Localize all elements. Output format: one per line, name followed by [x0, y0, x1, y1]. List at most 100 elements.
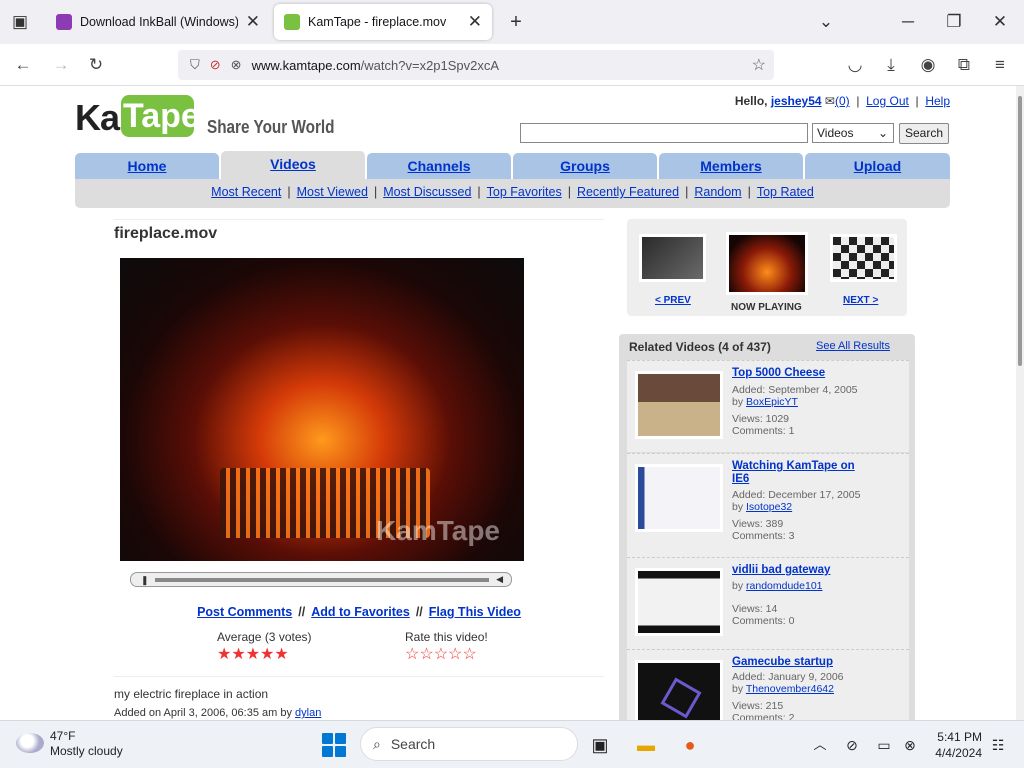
- tab-members[interactable]: Members: [659, 153, 803, 179]
- search-type-select[interactable]: Videos ⌄: [812, 123, 894, 143]
- logout-link[interactable]: Log Out: [866, 94, 909, 108]
- file-explorer-icon[interactable]: ▬: [634, 733, 658, 757]
- chevron-up-icon[interactable]: ︿: [808, 733, 832, 757]
- post-comments-link[interactable]: Post Comments: [197, 605, 292, 619]
- maximize-icon[interactable]: ❐: [934, 0, 974, 44]
- close-tab-icon[interactable]: ✕: [468, 12, 482, 32]
- url-bar[interactable]: ⛉ ⊘ ⊗ www.kamtape.com/watch?v=x2p1Spv2xc…: [178, 50, 774, 80]
- tab-channels-label[interactable]: Channels: [407, 158, 470, 174]
- tab-list-icon[interactable]: ▣: [0, 0, 40, 44]
- related-comments: Comments: 1: [732, 425, 795, 437]
- tab-videos-label[interactable]: Videos: [270, 156, 316, 172]
- related-thumbnail[interactable]: [635, 464, 723, 532]
- tab-members-label[interactable]: Members: [700, 158, 761, 174]
- minimize-icon[interactable]: ─: [888, 0, 928, 44]
- related-title-link[interactable]: Watching KamTape on IE6: [732, 460, 872, 486]
- tab-inkball[interactable]: Download InkBall (Windows) - I ✕: [46, 4, 270, 40]
- forward-icon[interactable]: →: [48, 52, 74, 78]
- add-favorites-link[interactable]: Add to Favorites: [311, 605, 410, 619]
- extensions-icon[interactable]: ⧉: [951, 52, 977, 78]
- clock[interactable]: 5:41 PM 4/4/2024: [930, 729, 982, 761]
- page-scrollbar[interactable]: [1016, 86, 1024, 720]
- related-item[interactable]: Top 5000 Cheese Added: September 4, 2005…: [627, 360, 909, 452]
- prev-thumbnail[interactable]: [639, 234, 706, 282]
- related-thumbnail[interactable]: [635, 568, 723, 636]
- scroll-thumb[interactable]: [1018, 96, 1022, 366]
- back-icon[interactable]: ←: [10, 52, 36, 78]
- related-author-link[interactable]: Isotope32: [746, 501, 792, 513]
- tab-upload-label[interactable]: Upload: [854, 158, 901, 174]
- rate-stars[interactable]: ☆☆☆☆☆: [405, 644, 477, 664]
- related-title-link[interactable]: vidlii bad gateway: [732, 564, 872, 577]
- subnav-most-viewed[interactable]: Most Viewed: [297, 185, 368, 199]
- bookmark-star-icon[interactable]: ☆: [752, 55, 766, 75]
- next-thumbnail[interactable]: [830, 234, 897, 282]
- related-thumbnail[interactable]: [635, 371, 723, 439]
- taskbar-search[interactable]: ⌕ Search: [360, 727, 578, 761]
- tab-groups-label[interactable]: Groups: [560, 158, 610, 174]
- shield-icon[interactable]: ⛉: [190, 57, 200, 73]
- volume-icon[interactable]: ◀: [496, 574, 503, 585]
- video-title: fireplace.mov: [114, 225, 218, 242]
- display-icon[interactable]: ▭: [872, 733, 896, 757]
- subnav-random[interactable]: Random: [694, 185, 741, 199]
- related-title-link[interactable]: Gamecube startup: [732, 656, 872, 669]
- tab-kamtape[interactable]: KamTape - fireplace.mov ✕: [274, 4, 492, 40]
- tab-groups[interactable]: Groups: [513, 153, 657, 179]
- flag-video-link[interactable]: Flag This Video: [429, 605, 521, 619]
- subnav-recently-featured[interactable]: Recently Featured: [577, 185, 679, 199]
- separator: |: [912, 94, 922, 108]
- reload-icon[interactable]: ↻: [83, 52, 109, 78]
- task-view-icon[interactable]: ▣: [588, 733, 612, 757]
- pause-icon[interactable]: ❚: [141, 575, 149, 586]
- related-item[interactable]: Watching KamTape on IE6 Added: December …: [627, 453, 909, 557]
- notification-icon[interactable]: ☷: [986, 733, 1010, 757]
- network-icon[interactable]: ⊘: [840, 733, 864, 757]
- related-title-link[interactable]: Top 5000 Cheese: [732, 367, 872, 380]
- search-input[interactable]: [520, 123, 808, 143]
- downloads-icon[interactable]: ⤓: [878, 52, 904, 78]
- close-tab-icon[interactable]: ✕: [246, 12, 260, 32]
- related-item[interactable]: Gamecube startup Added: January 9, 2006 …: [627, 649, 909, 720]
- related-author-link[interactable]: BoxEpicYT: [746, 396, 798, 408]
- related-author-link[interactable]: Thenovember4642: [746, 683, 834, 695]
- permissions-icon[interactable]: ⊘: [210, 57, 221, 73]
- subnav-top-rated[interactable]: Top Rated: [757, 185, 814, 199]
- volume-muted-icon[interactable]: ⊗: [898, 733, 922, 757]
- next-link[interactable]: NEXT >: [843, 295, 878, 306]
- tab-upload[interactable]: Upload: [805, 153, 950, 179]
- tracking-icon[interactable]: ⊗: [231, 57, 242, 73]
- menu-icon[interactable]: ≡: [987, 52, 1013, 78]
- related-comments: Comments: 3: [732, 530, 795, 542]
- see-all-results-link[interactable]: See All Results: [816, 340, 890, 352]
- subnav-most-recent[interactable]: Most Recent: [211, 185, 281, 199]
- start-icon[interactable]: [322, 733, 346, 757]
- help-link[interactable]: Help: [925, 94, 950, 108]
- player-controls[interactable]: ❚ ◀: [130, 572, 512, 587]
- firefox-icon[interactable]: ●: [678, 733, 702, 757]
- tab-home[interactable]: Home: [75, 153, 219, 179]
- divider: [114, 219, 604, 220]
- tab-channels[interactable]: Channels: [367, 153, 511, 179]
- prev-link[interactable]: < PREV: [655, 295, 691, 306]
- subnav-most-discussed[interactable]: Most Discussed: [383, 185, 471, 199]
- related-thumbnail[interactable]: [635, 660, 723, 720]
- related-item[interactable]: vidlii bad gateway by randomdude101 View…: [627, 557, 909, 649]
- new-tab-icon[interactable]: +: [496, 0, 536, 44]
- username-link[interactable]: jeshey54: [771, 94, 822, 108]
- seek-bar[interactable]: [155, 578, 489, 582]
- related-author-link[interactable]: randomdude101: [746, 580, 822, 592]
- logo-tape[interactable]: Tape: [121, 95, 200, 137]
- subnav-top-favorites[interactable]: Top Favorites: [487, 185, 562, 199]
- video-player[interactable]: KamTape: [120, 258, 524, 561]
- account-icon[interactable]: ◉: [915, 52, 941, 78]
- uploader-link[interactable]: dylan: [295, 707, 321, 719]
- close-window-icon[interactable]: ✕: [980, 0, 1020, 44]
- mail-icon[interactable]: ✉: [825, 94, 835, 108]
- list-all-tabs-icon[interactable]: ⌄: [806, 0, 846, 44]
- tab-videos[interactable]: Videos: [221, 151, 365, 179]
- search-button[interactable]: Search: [899, 123, 949, 144]
- tab-home-label[interactable]: Home: [128, 158, 167, 174]
- mail-count-link[interactable]: (0): [835, 94, 850, 108]
- pocket-icon[interactable]: ◡: [842, 52, 868, 78]
